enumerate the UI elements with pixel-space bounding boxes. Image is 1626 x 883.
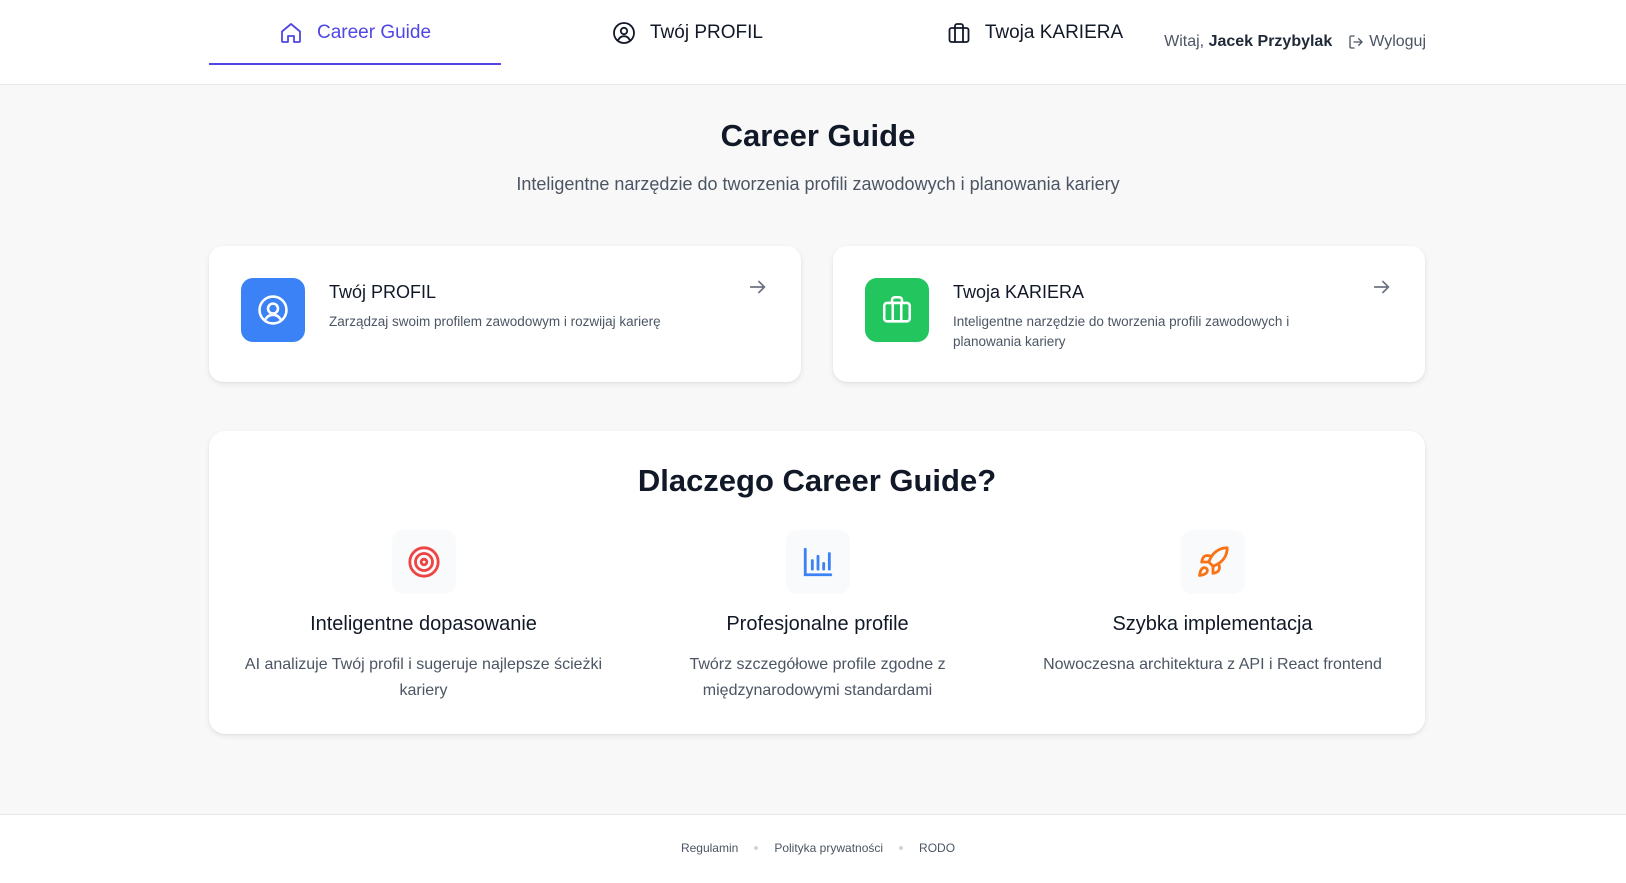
card-profil[interactable]: Twój PROFIL Zarządzaj swoim profilem zaw… <box>209 246 801 382</box>
feature-description: Twórz szczegółowe profile zgodne z międz… <box>689 656 946 699</box>
feature-icon-box <box>391 530 456 594</box>
nav-tab-career-guide[interactable]: Career Guide <box>209 0 501 65</box>
why-section: Dlaczego Career Guide? Inteligentne dopa… <box>209 431 1425 734</box>
card-kariera[interactable]: Twoja KARIERA Inteligentne narzędzie do … <box>833 246 1425 382</box>
feature-title: Inteligentne dopasowanie <box>310 613 537 635</box>
home-icon <box>281 22 301 43</box>
card-icon-box <box>865 278 929 342</box>
greeting-label: Witaj, <box>1164 32 1205 50</box>
page-subtitle: Inteligentne narzędzie do tworzenia prof… <box>516 174 1120 194</box>
top-navigation: Career Guide Twój PROFIL Twoja KARIERA W… <box>0 0 1626 85</box>
card-title: Twoja KARIERA <box>953 282 1085 302</box>
logout-button[interactable]: Wyloguj <box>1348 33 1426 51</box>
feature-icon-box <box>785 530 850 594</box>
nav-tab-profil[interactable]: Twój PROFIL <box>555 0 820 65</box>
logout-icon <box>1349 34 1363 49</box>
section-title: Dlaczego Career Guide? <box>637 463 997 498</box>
user-circle-icon <box>258 295 288 325</box>
feature-title: Profesjonalne profile <box>726 613 909 635</box>
separator-dot <box>754 846 759 850</box>
user-name: Jacek Przybylak <box>1208 32 1333 50</box>
rocket-icon <box>1197 546 1229 577</box>
footer-link-privacy[interactable]: Polityka prywatności <box>774 841 883 855</box>
separator-dot <box>899 846 904 850</box>
arrow-right-icon <box>1373 280 1390 294</box>
bar-chart-icon <box>803 547 832 577</box>
target-icon <box>407 546 440 578</box>
footer-link-regulamin[interactable]: Regulamin <box>681 841 738 855</box>
card-icon-box <box>241 278 305 342</box>
feature-description: Nowoczesna architektura z API i React fr… <box>1043 656 1382 673</box>
card-title: Twój PROFIL <box>329 282 437 302</box>
nav-tab-label: Twój PROFIL <box>650 21 763 43</box>
feature-icon-box <box>1180 530 1245 594</box>
nav-tab-label: Career Guide <box>316 21 432 43</box>
greeting: Witaj, Jacek Przybylak <box>1164 33 1332 51</box>
feature-title: Szybka implementacja <box>1112 613 1313 635</box>
nav-tab-kariera[interactable]: Twoja KARIERA <box>885 0 1185 65</box>
feature-item: Inteligentne dopasowanie AI analizuje Tw… <box>226 530 621 704</box>
briefcase-icon <box>948 22 970 43</box>
feature-description: AI analizuje Twój profil i sugeruje najl… <box>244 656 603 699</box>
card-description: Inteligentne narzędzie do tworzenia prof… <box>953 314 1290 349</box>
briefcase-icon <box>882 295 912 323</box>
card-description: Zarządzaj swoim profilem zawodowym i roz… <box>329 314 661 329</box>
arrow-right-icon <box>749 280 766 294</box>
page-title: Career Guide <box>720 118 916 153</box>
nav-tab-label: Twoja KARIERA <box>984 21 1124 43</box>
user-circle-icon <box>613 21 635 44</box>
user-area: Witaj, Jacek Przybylak Wyloguj <box>1164 0 1426 83</box>
footer-link-rodo[interactable]: RODO <box>919 841 955 855</box>
feature-item: Szybka implementacja Nowoczesna architek… <box>1015 530 1410 678</box>
footer-links: Regulamin Polityka prywatności RODO <box>0 841 1626 855</box>
feature-item: Profesjonalne profile Twórz szczegółowe … <box>620 530 1015 704</box>
footer: Regulamin Polityka prywatności RODO <box>0 814 1626 883</box>
logout-label: Wyloguj <box>1369 32 1426 50</box>
